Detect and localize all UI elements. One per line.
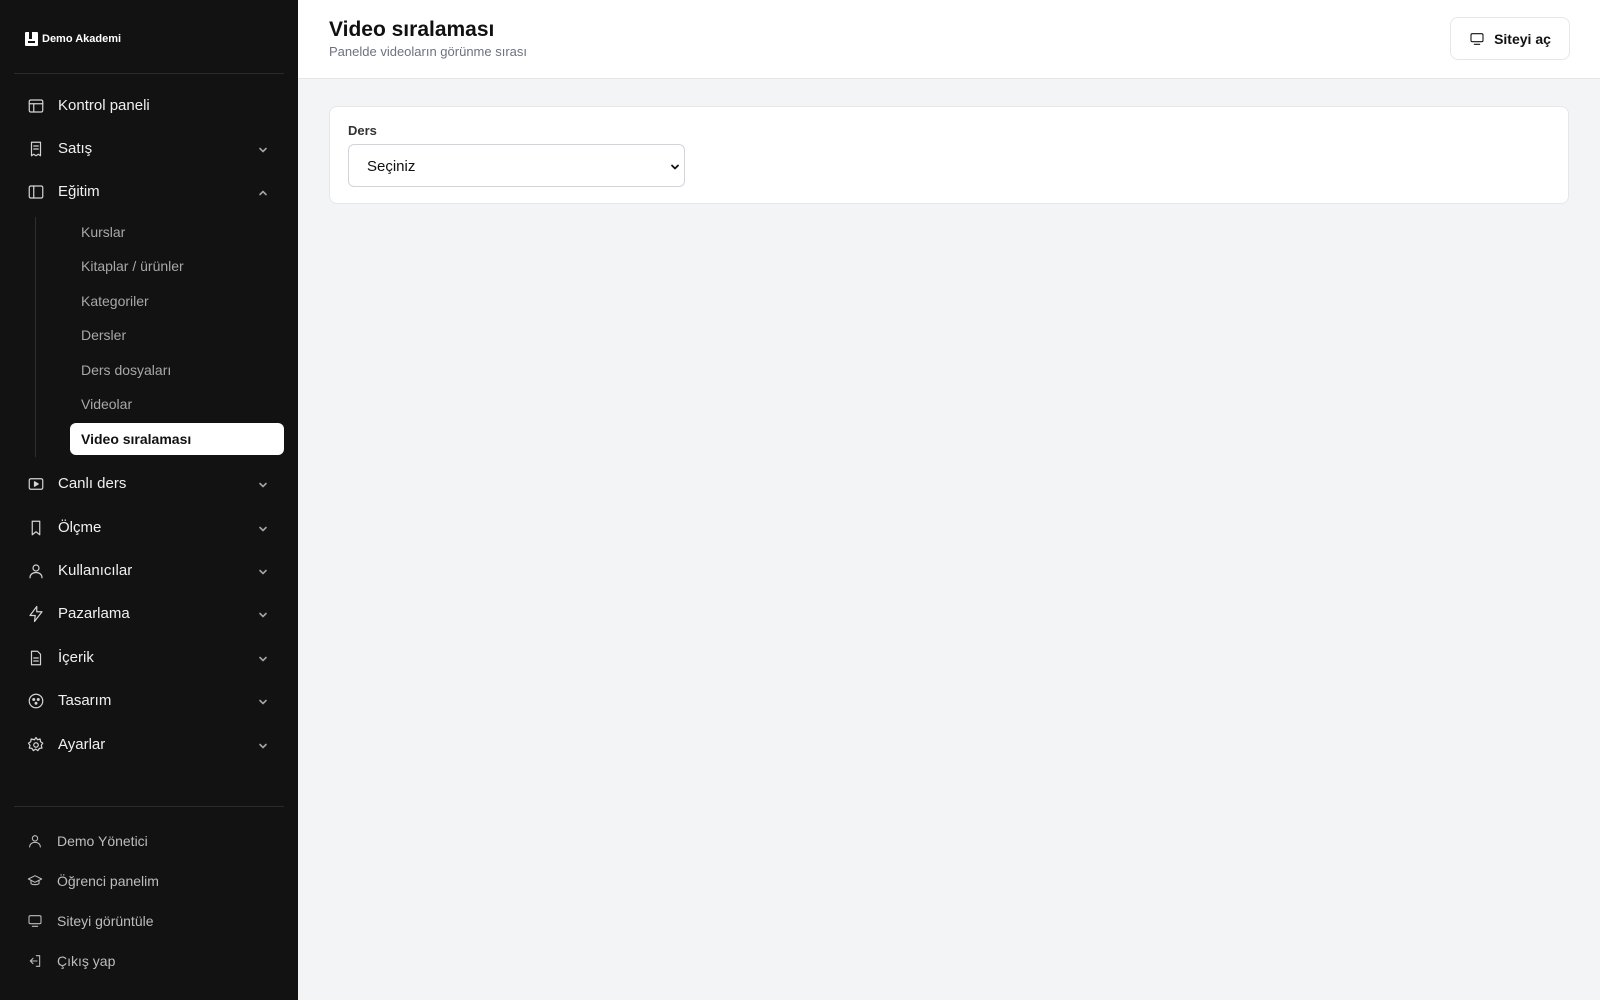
sidebar-subitem-video-siralamasi[interactable]: Video sıralaması: [70, 423, 284, 455]
sidebar-item-label: Pazarlama: [58, 605, 130, 622]
palette-icon: [27, 692, 45, 710]
sidebar-item-label: Satış: [58, 140, 93, 157]
page-subtitle: Panelde videoların görünme sırası: [329, 44, 528, 59]
open-site-button-label: Siteyi aç: [1494, 30, 1551, 47]
chevron-up-icon: [257, 186, 269, 198]
monitor-icon: [27, 913, 43, 929]
video-icon: [27, 475, 45, 493]
user-icon: [27, 562, 45, 580]
sidebar-divider-bottom: [14, 806, 284, 807]
sidebar-subitem-dersler[interactable]: Dersler: [70, 319, 284, 351]
sidebar-footer-label: Çıkış yap: [57, 953, 116, 969]
open-site-button[interactable]: Siteyi aç: [1450, 17, 1570, 60]
sidebar-item-label: Ayarlar: [58, 736, 106, 753]
brand[interactable]: Demo Akademi: [25, 30, 121, 48]
file-icon: [27, 649, 45, 667]
sidebar-item-tasarim[interactable]: Tasarım: [0, 683, 298, 719]
chevron-down-icon: [257, 608, 269, 620]
sidebar-footer-label: Öğrenci panelim: [57, 873, 159, 889]
sidebar-item-label: Canlı ders: [58, 475, 127, 492]
gear-icon: [27, 736, 45, 754]
sidebar: Demo Akademi Kontrol paneli Satış Eğitim…: [0, 0, 298, 1000]
sidebar-item-ayarlar[interactable]: Ayarlar: [0, 727, 298, 763]
course-select-value: Seçiniz: [367, 158, 416, 175]
sidebar-item-kontrol-paneli[interactable]: Kontrol paneli: [0, 88, 298, 124]
sidebar-footer-siteyi-goruntule[interactable]: Siteyi görüntüle: [0, 906, 298, 936]
page-title: Video sıralaması: [329, 18, 495, 41]
submenu-guide-line: [35, 217, 36, 457]
sidebar-footer-cikis-yap[interactable]: Çıkış yap: [0, 946, 298, 976]
sidebar-subitem-ders-dosyalari[interactable]: Ders dosyaları: [70, 354, 284, 386]
brand-logo-icon: [25, 32, 38, 46]
sidebar-subitem-kategoriler[interactable]: Kategoriler: [70, 285, 284, 317]
brand-name: Demo Akademi: [42, 33, 122, 45]
bookmark-icon: [27, 519, 45, 537]
chevron-down-icon: [257, 565, 269, 577]
sidebar-divider-top: [14, 73, 284, 74]
sidebar-item-canli-ders[interactable]: Canlı ders: [0, 466, 298, 502]
sidebar-item-egitim[interactable]: Eğitim: [0, 174, 298, 210]
sidebar-item-icerik[interactable]: İçerik: [0, 640, 298, 676]
sidebar-item-label: Kullanıcılar: [58, 562, 133, 579]
sidebar-subitem-kurslar[interactable]: Kurslar: [70, 216, 284, 248]
sidebar-subitem-videolar[interactable]: Videolar: [70, 388, 284, 420]
sidebar-item-kullanicilar[interactable]: Kullanıcılar: [0, 553, 298, 589]
sidebar-item-label: Ölçme: [58, 519, 102, 536]
chevron-down-icon: [257, 739, 269, 751]
panel-icon: [27, 183, 45, 201]
sidebar-item-label: Eğitim: [58, 183, 100, 200]
user-icon: [27, 833, 43, 849]
page-header: Video sıralaması Panelde videoların görü…: [298, 0, 1600, 79]
sidebar-footer-label: Siteyi görüntüle: [57, 913, 154, 929]
course-select[interactable]: Seçiniz: [348, 144, 685, 187]
sidebar-footer-demo-yonetici[interactable]: Demo Yönetici: [0, 826, 298, 856]
monitor-icon: [1470, 32, 1484, 45]
layout-icon: [27, 97, 45, 115]
sidebar-item-label: İçerik: [58, 649, 94, 666]
sidebar-item-satis[interactable]: Satış: [0, 131, 298, 167]
chevron-down-icon: [257, 652, 269, 664]
chevron-down-icon: [669, 160, 681, 172]
sidebar-item-label: Kontrol paneli: [58, 97, 150, 114]
sidebar-footer-label: Demo Yönetici: [57, 833, 148, 849]
sidebar-item-pazarlama[interactable]: Pazarlama: [0, 596, 298, 632]
sidebar-footer-ogrenci-panelim[interactable]: Öğrenci panelim: [0, 866, 298, 896]
chevron-down-icon: [257, 522, 269, 534]
graduation-cap-icon: [27, 873, 43, 889]
sidebar-item-label: Tasarım: [58, 692, 112, 709]
sidebar-item-olcme[interactable]: Ölçme: [0, 510, 298, 546]
receipt-icon: [27, 140, 45, 158]
filter-card: Ders Seçiniz: [329, 106, 1569, 204]
bolt-icon: [27, 605, 45, 623]
course-field-label: Ders: [348, 123, 377, 138]
chevron-down-icon: [257, 143, 269, 155]
chevron-down-icon: [257, 695, 269, 707]
logout-icon: [27, 953, 43, 969]
chevron-down-icon: [257, 478, 269, 490]
sidebar-subitem-kitaplar[interactable]: Kitaplar / ürünler: [70, 250, 284, 282]
